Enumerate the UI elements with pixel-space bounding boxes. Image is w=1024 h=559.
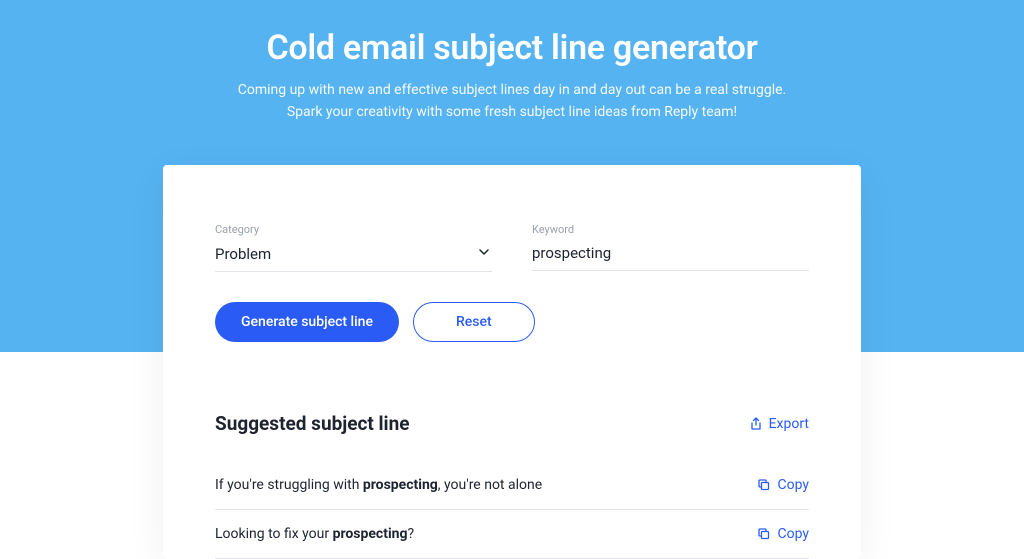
copy-label: Copy [777,477,809,493]
result-text: Looking to fix your prospecting? [215,526,414,542]
page-title: Cold email subject line generator [0,28,1024,68]
copy-label: Copy [777,526,809,542]
export-button[interactable]: Export [749,416,809,432]
results-header: Suggested subject line Export [215,412,809,435]
copy-icon [757,478,771,492]
copy-button[interactable]: Copy [757,526,809,542]
page-subtitle-2: Spark your creativity with some fresh su… [0,102,1024,124]
category-field: Category Problem [215,223,492,272]
button-row: Generate subject line Reset [215,302,809,342]
chevron-down-icon [478,246,490,258]
category-label: Category [215,223,492,236]
generate-button[interactable]: Generate subject line [215,302,399,342]
result-row: Looking to fix your prospecting? Copy [215,510,809,559]
keyword-label: Keyword [532,223,809,236]
page-subtitle-1: Coming up with new and effective subject… [0,80,1024,102]
category-value: Problem [215,245,271,263]
reset-button[interactable]: Reset [413,302,535,342]
export-label: Export [769,416,809,432]
hero-section: Cold email subject line generator Coming… [0,0,1024,123]
result-row: If you're struggling with prospecting, y… [215,461,809,510]
keyword-field: Keyword [532,223,809,272]
keyword-input[interactable] [532,244,809,271]
copy-icon [757,527,771,541]
results-title: Suggested subject line [215,412,410,435]
form-row: Category Problem Keyword [215,223,809,272]
copy-button[interactable]: Copy [757,477,809,493]
generator-card: Category Problem Keyword Generate subjec… [163,165,861,559]
results-list: If you're struggling with prospecting, y… [215,461,809,559]
export-icon [749,417,763,431]
result-text: If you're struggling with prospecting, y… [215,477,542,493]
category-select[interactable]: Problem [215,244,492,272]
